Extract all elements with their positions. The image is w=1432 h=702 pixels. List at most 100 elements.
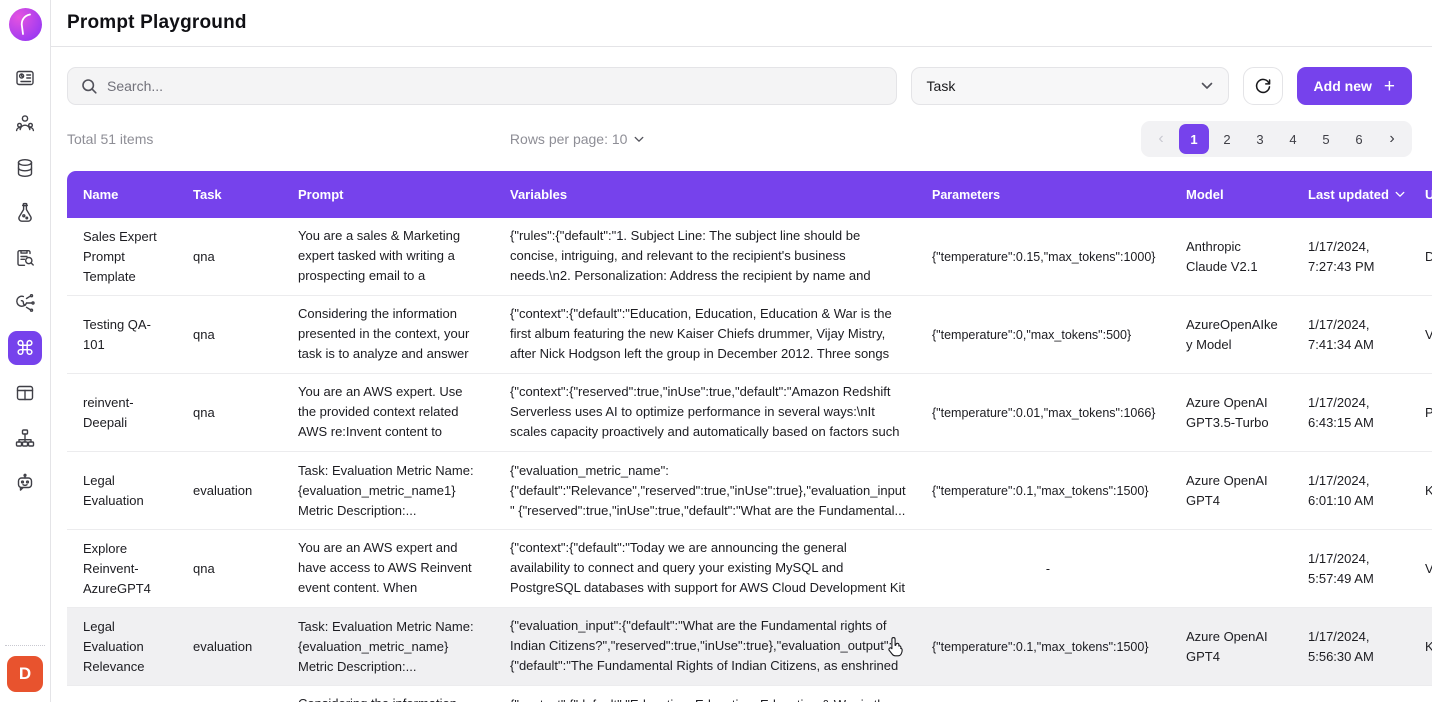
cell-prompt: Considering the information presented in… xyxy=(282,304,494,366)
cell-updated-by: V R xyxy=(1419,559,1432,579)
elephant-logo-icon xyxy=(9,8,42,41)
search-input[interactable] xyxy=(107,78,883,94)
report-card-icon xyxy=(14,67,36,89)
pagination-page-2[interactable]: 2 xyxy=(1212,124,1242,154)
table-row[interactable]: Sales Expert Prompt Template qna You are… xyxy=(67,218,1432,296)
sidebar-item-apps[interactable] xyxy=(8,376,42,410)
sidebar-item-workflows[interactable] xyxy=(8,421,42,455)
clipboard-search-icon xyxy=(14,247,36,269)
column-header-prompt: Prompt xyxy=(282,187,494,202)
cell-updated-by: P B xyxy=(1419,403,1432,423)
pagination-page-1[interactable]: 1 xyxy=(1179,124,1209,154)
cell-last-updated: 1/17/2024, 7:27:43 PM xyxy=(1296,237,1419,277)
sitemap-icon xyxy=(14,427,36,449)
table-row[interactable]: Legal Evaluation evaluation Task: Evalua… xyxy=(67,452,1432,530)
pagination-prev-button[interactable]: ‹ xyxy=(1146,124,1176,154)
add-new-button[interactable]: Add new + xyxy=(1297,67,1412,105)
app-logo xyxy=(9,8,42,41)
sidebar-item-datasets[interactable] xyxy=(8,151,42,185)
add-new-label: Add new xyxy=(1314,78,1372,94)
cell-task: evaluation xyxy=(177,481,282,501)
search-box[interactable] xyxy=(67,67,897,105)
chevron-down-icon xyxy=(634,136,644,143)
cell-task: evaluation xyxy=(177,637,282,657)
cell-last-updated: 1/17/2024, 6:01:10 AM xyxy=(1296,471,1419,511)
cell-parameters: - xyxy=(922,559,1174,579)
cell-name: reinvent-Deepali xyxy=(67,393,177,433)
cell-parameters: {"temperature":0.1,"max_tokens":1500} xyxy=(922,637,1174,657)
user-avatar[interactable]: D xyxy=(7,656,43,692)
pagination-page-3[interactable]: 3 xyxy=(1245,124,1275,154)
content: Task Add new + Total 51 items Rows per p… xyxy=(51,47,1432,702)
cell-prompt: You are an AWS expert and have access to… xyxy=(282,538,494,600)
sidebar-item-reports[interactable] xyxy=(8,61,42,95)
refresh-icon xyxy=(1254,77,1272,95)
cell-parameters: {"temperature":0.01,"max_tokens":1066} xyxy=(922,403,1174,423)
cell-model: Anthropic Claude V2.1 xyxy=(1174,237,1296,277)
cell-name: Legal Evaluation Relevance xyxy=(67,617,177,677)
cell-name: Testing QA-101 xyxy=(67,315,177,355)
sidebar-item-models[interactable] xyxy=(8,286,42,320)
cell-prompt: Task: Evaluation Metric Name: {evaluatio… xyxy=(282,617,494,677)
cell-last-updated: 1/17/2024, 5:56:30 AM xyxy=(1296,627,1419,667)
command-icon: ⌘ xyxy=(15,338,35,358)
table-row-hovered[interactable]: Legal Evaluation Relevance evaluation Ta… xyxy=(67,608,1432,686)
sidebar: ⌘ D xyxy=(0,0,51,702)
cell-model: Azure OpenAI GPT4 xyxy=(1174,627,1296,667)
cell-parameters: {"temperature":0.15,"max_tokens":1000} xyxy=(922,247,1174,267)
rows-per-page-control[interactable]: Rows per page: 10 xyxy=(510,131,645,147)
column-header-variables: Variables xyxy=(494,187,922,202)
cell-updated-by: K B xyxy=(1419,637,1432,657)
cell-task: qna xyxy=(177,247,282,267)
cell-variables: {"rules":{"default":"1. Subject Line: Th… xyxy=(494,226,922,288)
refresh-button[interactable] xyxy=(1243,67,1283,105)
task-filter-dropdown[interactable]: Task xyxy=(911,67,1229,105)
bot-icon xyxy=(14,472,36,494)
sidebar-nav: ⌘ xyxy=(8,61,42,500)
sidebar-item-evaluations[interactable] xyxy=(8,241,42,275)
column-header-parameters: Parameters xyxy=(922,188,1174,202)
cell-model: AzureOpenAIkey Model xyxy=(1174,315,1296,355)
table-header: Name Task Prompt Variables Parameters Mo… xyxy=(67,171,1432,218)
cell-updated-by: V R xyxy=(1419,325,1432,345)
column-header-updated-by: U xyxy=(1419,187,1432,202)
table-row[interactable]: Testing QA-101 qna Considering the infor… xyxy=(67,296,1432,374)
cell-model: Azure OpenAI GPT3.5-Turbo xyxy=(1174,393,1296,433)
chevron-down-icon xyxy=(1201,82,1213,90)
list-meta-row: Total 51 items Rows per page: 10 ‹ 1 2 3… xyxy=(67,121,1432,157)
cell-variables: {"evaluation_metric_name": {"default":"R… xyxy=(494,461,922,521)
sidebar-item-prompt-playground[interactable]: ⌘ xyxy=(8,331,42,365)
total-items-label: Total 51 items xyxy=(67,131,153,147)
pagination-page-6[interactable]: 6 xyxy=(1344,124,1374,154)
cell-updated-by: K B xyxy=(1419,481,1432,501)
cell-model: Azure OpenAI GPT4 xyxy=(1174,471,1296,511)
sidebar-item-chatbot[interactable] xyxy=(8,466,42,500)
cell-task: qna xyxy=(177,325,282,345)
cell-last-updated: 1/17/2024, 5:57:49 AM xyxy=(1296,549,1419,589)
cell-name: Explore Reinvent-AzureGPT4 xyxy=(67,539,177,599)
cell-task: qna xyxy=(177,559,282,579)
sidebar-item-experiments[interactable] xyxy=(8,196,42,230)
database-icon xyxy=(14,157,36,179)
pagination: ‹ 1 2 3 4 5 6 › xyxy=(1141,121,1412,157)
cell-parameters: {"temperature":0.1,"max_tokens":1500} xyxy=(922,481,1174,501)
pagination-page-5[interactable]: 5 xyxy=(1311,124,1341,154)
cell-task: qna xyxy=(177,403,282,423)
table-row[interactable]: Explore Reinvent-AzureGPT4 qna You are a… xyxy=(67,530,1432,608)
rows-per-page-label: Rows per page: 10 xyxy=(510,131,628,147)
sidebar-item-users[interactable] xyxy=(8,106,42,140)
cell-variables: {"context":{"default":"Education, Educat… xyxy=(494,695,922,702)
table-row-partial[interactable]: Considering the information presented in… xyxy=(67,686,1432,702)
flask-icon xyxy=(14,202,36,224)
brain-circuit-icon xyxy=(14,292,36,314)
browser-window-icon xyxy=(14,382,36,404)
pagination-next-button[interactable]: › xyxy=(1377,124,1407,154)
column-header-last-updated[interactable]: Last updated xyxy=(1296,187,1419,202)
table-row[interactable]: reinvent-Deepali qna You are an AWS expe… xyxy=(67,374,1432,452)
pagination-page-4[interactable]: 4 xyxy=(1278,124,1308,154)
task-filter-value: Task xyxy=(927,78,956,94)
plus-icon: + xyxy=(1384,77,1395,96)
toolbar: Task Add new + xyxy=(67,67,1432,105)
sort-chevron-down-icon xyxy=(1395,191,1405,198)
search-icon xyxy=(81,78,98,95)
